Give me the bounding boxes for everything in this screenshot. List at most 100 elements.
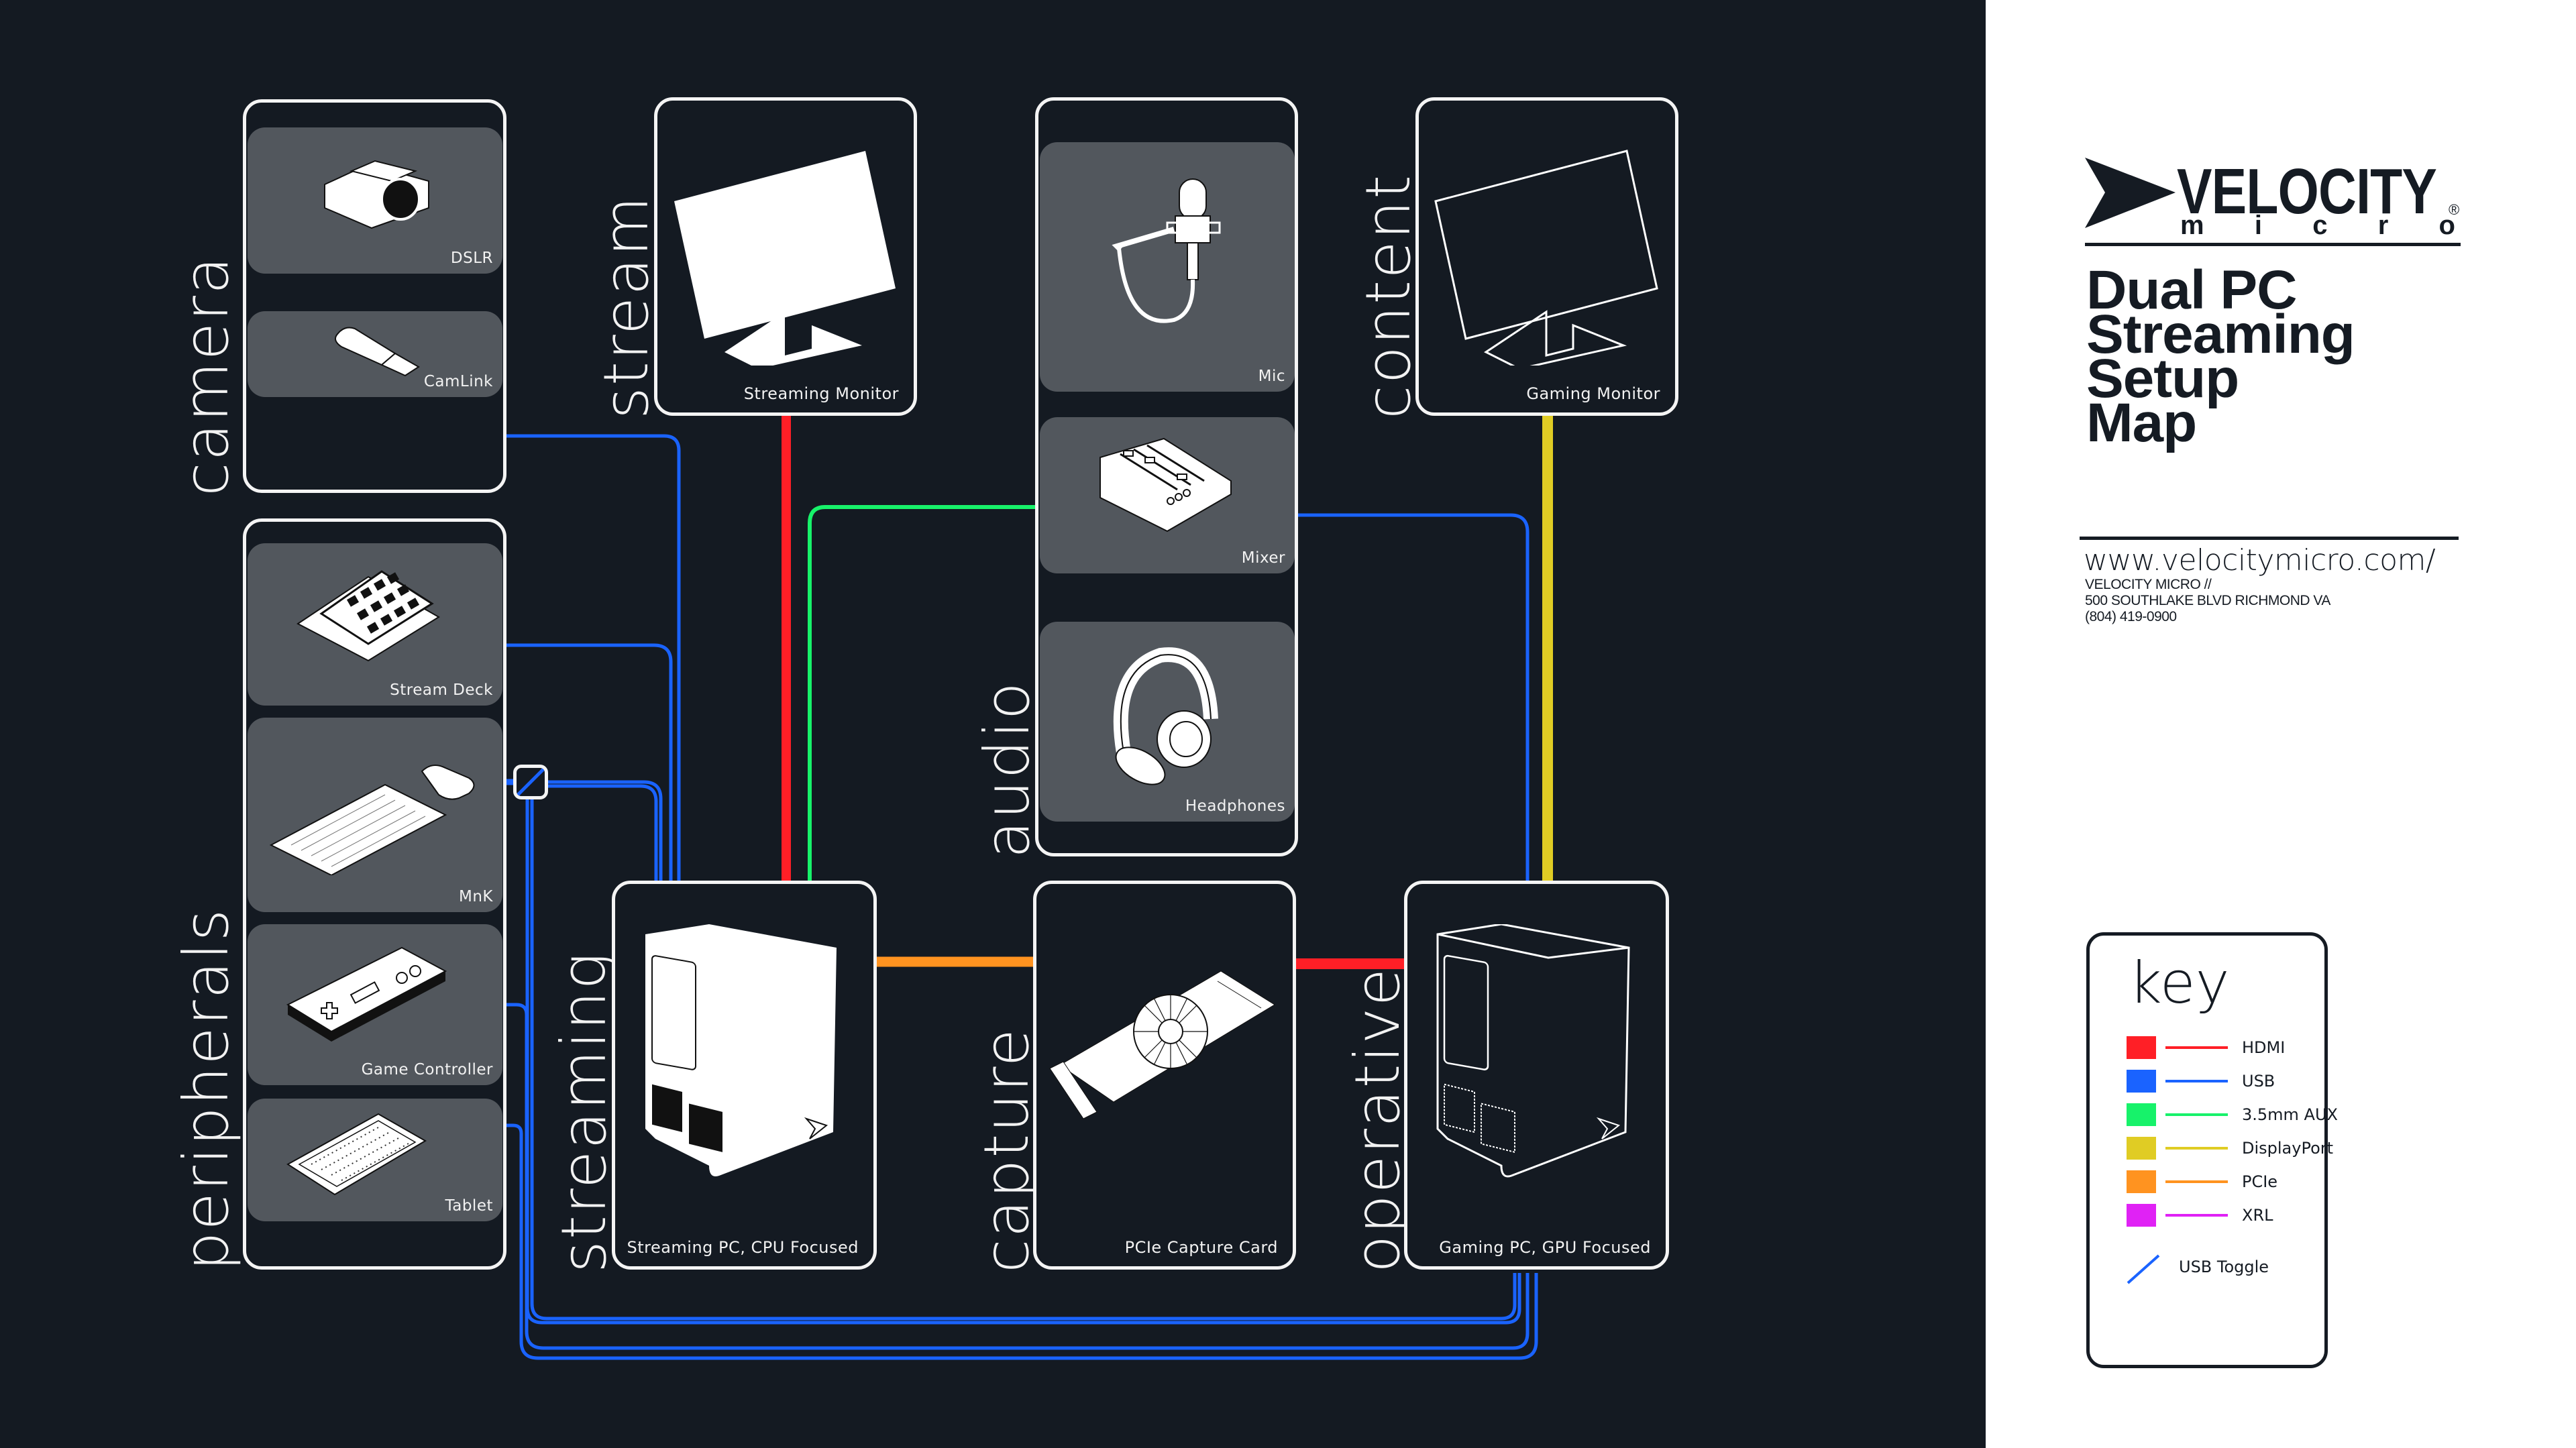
device-label-camlink: CamLink <box>423 373 493 390</box>
streaming-pc-tower-icon <box>645 924 837 1176</box>
legend-label: XRL <box>2242 1206 2273 1225</box>
device-label-tablet: Tablet <box>445 1197 493 1215</box>
legend-line <box>2165 1113 2228 1116</box>
legend-item-pcie: PCIe <box>2127 1170 2328 1197</box>
device-label-gaming-monitor: Gaming Monitor <box>1526 384 1660 403</box>
group-label-camera: camera <box>170 255 242 496</box>
content-group-box[interactable]: Gaming Monitor <box>1415 97 1678 416</box>
device-label-mic: Mic <box>1258 368 1285 385</box>
device-label-mixer: Mixer <box>1241 549 1285 567</box>
brand-divider <box>2085 243 2461 246</box>
usb-toggle-legend-icon <box>2127 1254 2160 1284</box>
device-label-mnk: MnK <box>458 888 493 905</box>
device-tile-tablet[interactable]: Tablet <box>248 1099 502 1221</box>
legend-label: USB <box>2242 1072 2275 1091</box>
drawing-tablet-icon <box>286 1113 427 1196</box>
brand-sub-letter: i <box>2254 211 2262 240</box>
brand-sub-letter: c <box>2312 211 2328 240</box>
legend-swatch <box>2127 1137 2156 1160</box>
title-line: Map <box>2086 392 2197 453</box>
legend-item-usb: USB <box>2127 1070 2328 1097</box>
device-tile-stream-deck[interactable]: Stream Deck <box>248 543 502 706</box>
device-label-dslr: DSLR <box>450 249 493 267</box>
stream-group-box[interactable]: Streaming Monitor <box>654 97 917 416</box>
company-address: VELOCITY MICRO // 500 SOUTHLAKE BLVD RIC… <box>2085 577 2330 625</box>
legend-label: PCIe <box>2242 1172 2278 1191</box>
device-label-streaming-pc: Streaming PC, CPU Focused <box>627 1238 859 1257</box>
gaming-pc-tower-icon <box>1436 924 1630 1178</box>
legend-swatch <box>2127 1170 2156 1193</box>
legend-label-usb-toggle: USB Toggle <box>2179 1258 2269 1276</box>
legend-item-hdmi: HDMI <box>2127 1036 2328 1063</box>
brand-sub-letter: r <box>2377 211 2389 240</box>
device-tile-camlink[interactable]: CamLink <box>248 311 502 397</box>
legend-line <box>2165 1046 2228 1049</box>
usb-stick-icon <box>335 327 420 377</box>
legend-item-xrl: XRL <box>2127 1204 2328 1231</box>
legend-swatch <box>2127 1103 2156 1126</box>
device-tile-mic[interactable]: Mic <box>1040 142 1295 392</box>
velocity-arrow-logo-icon <box>2085 158 2176 228</box>
camera-group-box: DSLR CamLink <box>243 99 506 493</box>
gaming-monitor-icon <box>1434 150 1658 366</box>
brand-subname: micro <box>2180 212 2455 239</box>
stream-deck-icon <box>297 570 440 662</box>
legend-item-aux: 3.5mm AUX <box>2127 1103 2338 1130</box>
cable-usb-toggle-streamingpc-a <box>547 780 663 881</box>
legend-title: key <box>2129 950 2230 1017</box>
cable-usb-toggle-streamingpc-b <box>547 784 658 881</box>
audio-mixer-icon <box>1099 437 1232 533</box>
pcie-capture-card-icon <box>1049 970 1275 1119</box>
legend-label: HDMI <box>2242 1038 2286 1057</box>
group-label-stream: stream <box>590 194 662 419</box>
page-title: Dual PC Streaming Setup Map <box>2086 263 2355 451</box>
legend-line <box>2165 1080 2228 1082</box>
device-label-stream-deck: Stream Deck <box>390 681 493 699</box>
audio-group-box: Mic Mixer Headphones <box>1035 97 1298 856</box>
streaming-pc-box[interactable]: Streaming PC, CPU Focused <box>612 881 877 1270</box>
device-label-headphones: Headphones <box>1185 797 1285 815</box>
microphone-icon <box>1112 178 1221 323</box>
legend-swatch <box>2127 1204 2156 1227</box>
device-tile-mixer[interactable]: Mixer <box>1040 417 1295 573</box>
brand-sub-letter: o <box>2438 211 2455 240</box>
website-link[interactable]: www.velocitymicro.com/ <box>2084 543 2436 577</box>
device-label-game-controller: Game Controller <box>361 1061 493 1078</box>
device-tile-headphones[interactable]: Headphones <box>1040 622 1295 822</box>
brand-sub-letter: m <box>2180 211 2204 240</box>
streaming-monitor-icon <box>674 151 896 366</box>
capture-card-box[interactable]: PCIe Capture Card <box>1033 881 1296 1270</box>
url-divider <box>2080 537 2459 540</box>
legend-item-displayport: DisplayPort <box>2127 1137 2333 1164</box>
group-label-operative: operative <box>1342 966 1413 1273</box>
device-tile-dslr[interactable]: DSLR <box>248 127 502 274</box>
group-label-content: content <box>1352 173 1424 419</box>
keyboard-mouse-icon <box>269 765 475 875</box>
address-line: 500 SOUTHLAKE BLVD RICHMOND VA <box>2085 593 2330 608</box>
legend-swatch <box>2127 1036 2156 1059</box>
group-label-peripherals: peripherals <box>170 907 242 1271</box>
cable-usb-mixer-gamingpc <box>1298 513 1529 881</box>
legend-label: 3.5mm AUX <box>2242 1105 2338 1124</box>
legend-swatch <box>2127 1070 2156 1093</box>
headphones-icon <box>1113 647 1218 785</box>
device-label-streaming-monitor: Streaming Monitor <box>743 384 899 403</box>
game-controller-icon <box>286 946 447 1042</box>
usb-toggle-switch[interactable] <box>513 765 548 799</box>
group-label-audio: audio <box>971 681 1043 858</box>
device-label-capture-card: PCIe Capture Card <box>1124 1238 1278 1257</box>
device-tile-game-controller[interactable]: Game Controller <box>248 924 502 1085</box>
device-label-gaming-pc: Gaming PC, GPU Focused <box>1439 1238 1651 1257</box>
peripherals-group-box: Stream Deck MnK Game Controller Tablet <box>243 518 506 1270</box>
gaming-pc-box[interactable]: Gaming PC, GPU Focused <box>1404 881 1669 1270</box>
address-line: (804) 419-0900 <box>2085 609 2177 624</box>
dslr-camera-icon <box>324 160 429 229</box>
legend-key: key HDMI USB 3.5mm AUX DisplayPort PCIe … <box>2086 932 2338 1368</box>
group-label-streaming: streaming <box>548 951 620 1273</box>
address-line: VELOCITY MICRO // <box>2085 577 2212 592</box>
legend-line <box>2165 1214 2228 1217</box>
legend-line <box>2165 1180 2228 1183</box>
legend-label: DisplayPort <box>2242 1139 2334 1158</box>
group-label-capture: capture <box>971 1027 1042 1273</box>
device-tile-mnk[interactable]: MnK <box>248 718 502 912</box>
